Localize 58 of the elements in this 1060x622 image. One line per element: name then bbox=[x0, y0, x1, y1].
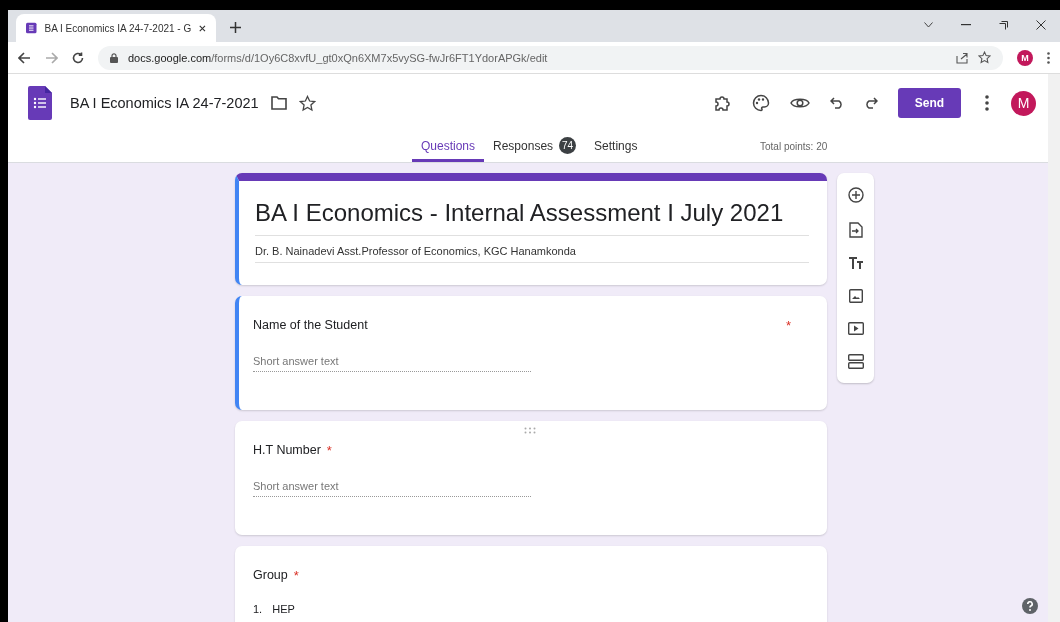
question-card[interactable]: H.T Number * Short answer text bbox=[235, 421, 827, 535]
required-asterisk: * bbox=[326, 443, 332, 458]
star-icon[interactable] bbox=[298, 94, 316, 112]
share-icon[interactable] bbox=[956, 51, 968, 64]
undo-icon[interactable] bbox=[830, 97, 844, 109]
question-title: H.T Number bbox=[253, 443, 321, 457]
question-title: Group bbox=[253, 568, 288, 582]
video-icon[interactable] bbox=[847, 322, 864, 336]
question-title: Name of the Student bbox=[253, 318, 368, 332]
required-asterisk: * bbox=[293, 568, 299, 583]
browser-tab[interactable]: BA I Economics IA 24-7-2021 - G bbox=[16, 14, 216, 42]
response-count-badge: 74 bbox=[559, 137, 577, 154]
drag-handle-icon[interactable] bbox=[524, 427, 536, 434]
lock-icon bbox=[110, 52, 118, 63]
more-options-icon[interactable] bbox=[985, 95, 989, 111]
puzzle-icon[interactable] bbox=[714, 94, 732, 112]
form-title[interactable]: BA I Economics - Internal Assessment I July 2021 bbox=[255, 199, 809, 236]
form-tab[interactable]: Responses 74 bbox=[484, 132, 586, 162]
folder-icon[interactable] bbox=[270, 96, 287, 110]
import-icon[interactable] bbox=[848, 221, 863, 238]
required-asterisk: * bbox=[785, 318, 791, 333]
section-icon[interactable] bbox=[847, 354, 864, 370]
palette-icon[interactable] bbox=[752, 94, 770, 112]
reload-icon[interactable] bbox=[72, 51, 84, 64]
account-avatar[interactable]: M bbox=[1011, 90, 1036, 116]
forms-icon bbox=[26, 21, 37, 35]
option-label[interactable]: HEP bbox=[272, 603, 295, 615]
redo-icon[interactable] bbox=[864, 97, 878, 109]
eye-icon[interactable] bbox=[790, 96, 810, 110]
restore-icon[interactable] bbox=[999, 20, 1008, 30]
kebab-menu-icon[interactable] bbox=[1047, 51, 1050, 64]
option-number: 1. bbox=[253, 603, 263, 615]
question-card[interactable]: Group * 1. HEP bbox=[235, 546, 827, 622]
short-answer-field[interactable]: Short answer text bbox=[253, 355, 531, 372]
star-icon[interactable] bbox=[978, 51, 991, 64]
minimize-icon[interactable] bbox=[961, 24, 971, 26]
chevron-down-icon[interactable] bbox=[924, 22, 933, 28]
short-answer-field[interactable]: Short answer text bbox=[253, 480, 531, 497]
profile-avatar[interactable]: M bbox=[1017, 49, 1033, 66]
send-button[interactable]: Send bbox=[898, 88, 961, 118]
add-circle-icon[interactable] bbox=[847, 186, 864, 203]
form-tab[interactable]: Settings bbox=[585, 132, 647, 162]
image-icon[interactable] bbox=[848, 289, 863, 304]
close-icon[interactable] bbox=[199, 23, 206, 33]
form-tab[interactable]: Questions bbox=[412, 132, 485, 162]
document-title[interactable]: BA I Economics IA 24-7-2021 bbox=[70, 95, 259, 111]
tab-title: BA I Economics IA 24-7-2021 - G bbox=[44, 22, 192, 34]
title-text-icon[interactable] bbox=[847, 256, 864, 270]
close-icon[interactable] bbox=[1036, 20, 1046, 30]
address-bar[interactable]: docs.google.com/forms/d/1Oy6C8xvfU_gt0xQn6XM7x5vySG-fwJr6FT1YdorAPGk/edit bbox=[98, 45, 1003, 70]
question-card[interactable]: Name of the Student * Short answer text bbox=[235, 296, 827, 410]
url-text: docs.google.com/forms/d/1Oy6C8xvfU_gt0xQn6XM7x5vySG-fwJr6FT1YdorAPGk/edit bbox=[128, 51, 548, 64]
forms-logo-icon[interactable] bbox=[28, 86, 52, 120]
back-arrow-icon[interactable] bbox=[18, 51, 31, 64]
new-tab-icon[interactable] bbox=[230, 22, 241, 33]
form-description[interactable]: Dr. B. Nainadevi Asst.Professor of Economics, KGC Hanamkonda bbox=[255, 236, 809, 263]
help-icon[interactable] bbox=[1022, 598, 1038, 614]
total-points: Total points: 20 bbox=[760, 141, 828, 152]
